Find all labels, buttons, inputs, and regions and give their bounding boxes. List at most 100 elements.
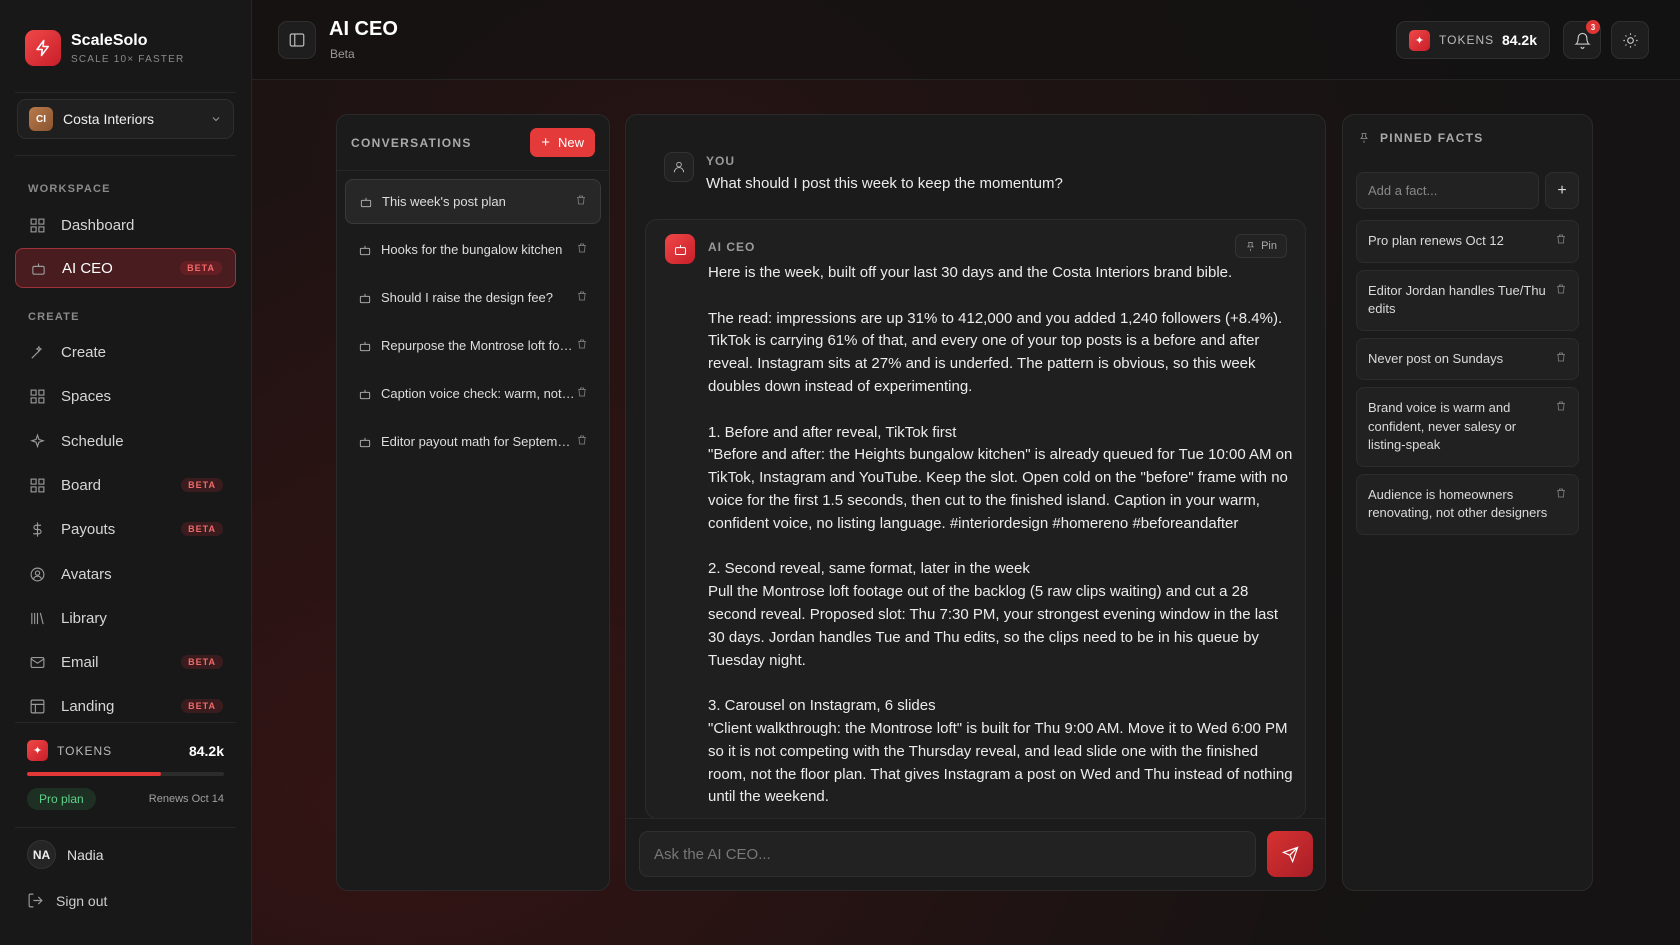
trash-icon[interactable] — [575, 194, 587, 209]
list-item: Pro plan renews Oct 12 — [1356, 220, 1579, 263]
notifications-button[interactable]: 3 — [1563, 20, 1601, 59]
sidebar-item-payouts[interactable]: Payouts BETA — [15, 509, 236, 549]
new-conversation-button[interactable]: + New — [530, 128, 595, 157]
robot-icon — [665, 234, 695, 264]
list-item[interactable]: Hooks for the bungalow kitchen — [345, 227, 601, 272]
workspace-name: Costa Interiors — [63, 111, 155, 127]
page-title: AI CEO — [329, 18, 398, 40]
lightning-logo-icon — [25, 30, 61, 66]
add-fact-button[interactable]: + — [1545, 172, 1579, 209]
grid-icon — [28, 216, 46, 234]
trash-icon[interactable] — [576, 386, 588, 401]
trash-icon[interactable] — [576, 434, 588, 449]
trash-icon[interactable] — [576, 242, 588, 257]
divider — [15, 827, 236, 828]
conversation-title: Should I raise the design fee? — [381, 290, 554, 305]
robot-icon — [358, 387, 372, 401]
robot-icon — [358, 435, 372, 449]
fact-list: Pro plan renews Oct 12 Editor Jordan han… — [1343, 209, 1592, 553]
sign-out-button[interactable]: Sign out — [27, 892, 107, 909]
trash-icon[interactable] — [1555, 282, 1567, 301]
trash-icon[interactable] — [576, 338, 588, 353]
tokens-label: TOKENS — [1439, 33, 1495, 47]
divider — [15, 155, 236, 156]
pin-label: Pin — [1261, 240, 1277, 252]
sidebar-item-create[interactable]: Create — [15, 332, 236, 372]
sidebar-toggle-icon — [289, 33, 305, 47]
library-icon — [28, 609, 46, 627]
robot-icon — [358, 291, 372, 305]
add-fact-input[interactable] — [1356, 172, 1539, 209]
plan-badge[interactable]: Pro plan — [27, 788, 96, 810]
conversation-title: This week's post plan — [382, 194, 506, 209]
beta-badge: BETA — [180, 261, 222, 275]
beta-badge: BETA — [181, 655, 223, 669]
send-button[interactable] — [1267, 831, 1313, 877]
sidebar-item-landing[interactable]: Landing BETA — [15, 686, 236, 726]
main-area: AI CEO Beta ✦ TOKENS 84.2k 3 CONVERSATIO… — [252, 0, 1680, 945]
conversations-title: CONVERSATIONS — [351, 135, 472, 150]
list-item[interactable]: Repurpose the Montrose loft footage — [345, 323, 601, 368]
list-item[interactable]: Should I raise the design fee? — [345, 275, 601, 320]
sparkle-icon — [28, 432, 46, 450]
token-usage: ✦ TOKENS 84.2k Pro plan Renews Oct 14 — [27, 740, 224, 810]
user-profile[interactable]: NA Nadia — [27, 840, 104, 869]
new-label: New — [557, 135, 584, 150]
sidebar-item-dashboard[interactable]: Dashboard — [15, 205, 236, 245]
beta-badge: BETA — [181, 699, 223, 713]
sidebar-item-ai-ceo[interactable]: AI CEO BETA — [15, 248, 236, 288]
conversation-list: This week's post plan Hooks for the bung… — [337, 171, 609, 475]
plus-icon: + — [541, 134, 550, 151]
conversation-title: Editor payout math for September — [381, 434, 576, 449]
grid-icon — [28, 387, 46, 405]
user-message: YOU What should I post this week to keep… — [664, 152, 1063, 192]
chat-panel: YOU What should I post this week to keep… — [625, 114, 1326, 891]
sidebar-item-email[interactable]: Email BETA — [15, 642, 236, 682]
trash-icon[interactable] — [576, 290, 588, 305]
sidebar-item-library[interactable]: Library — [15, 598, 236, 638]
sidebar-item-label: Landing — [61, 697, 115, 715]
sidebar-item-spaces[interactable]: Spaces — [15, 376, 236, 416]
chat-input[interactable] — [639, 831, 1256, 877]
trash-icon[interactable] — [1555, 350, 1567, 369]
composer — [626, 818, 1325, 890]
pin-button[interactable]: Pin — [1235, 234, 1287, 258]
sidebar-item-label: AI CEO — [62, 259, 113, 277]
pinned-facts-title: PINNED FACTS — [1380, 130, 1484, 145]
page-subtitle: Beta — [330, 47, 355, 61]
robot-icon — [358, 243, 372, 257]
list-item[interactable]: Caption voice check: warm, not salesy — [345, 371, 601, 416]
layout-icon — [28, 697, 46, 715]
sidebar-item-label: Avatars — [61, 565, 112, 583]
sidebar-toggle-button[interactable] — [278, 21, 316, 59]
notification-count-badge: 3 — [1586, 20, 1600, 34]
section-label-create: CREATE — [28, 311, 80, 323]
fact-text: Audience is homeowners renovating, not o… — [1368, 486, 1548, 521]
section-label-workspace: WORKSPACE — [28, 183, 111, 195]
bell-icon — [1573, 32, 1591, 49]
sidebar-item-label: Dashboard — [61, 216, 135, 234]
dollar-icon — [28, 520, 46, 538]
plus-icon: + — [1557, 181, 1567, 199]
sidebar-item-board[interactable]: Board BETA — [15, 465, 236, 505]
trash-icon[interactable] — [1555, 232, 1567, 251]
sparkle-icon: ✦ — [1409, 29, 1430, 51]
list-item: Audience is homeowners renovating, not o… — [1356, 473, 1579, 535]
sidebar-item-label: Library — [61, 609, 107, 627]
sidebar-item-avatars[interactable]: Avatars — [15, 554, 236, 594]
trash-icon[interactable] — [1555, 399, 1567, 418]
list-item[interactable]: This week's post plan — [345, 179, 601, 224]
sidebar-item-schedule[interactable]: Schedule — [15, 421, 236, 461]
fact-text: Brand voice is warm and confident, never… — [1368, 400, 1517, 452]
theme-toggle-button[interactable] — [1611, 21, 1649, 59]
trash-icon[interactable] — [1555, 486, 1567, 505]
list-item[interactable]: Editor payout math for September — [345, 419, 601, 464]
brand[interactable]: ScaleSolo SCALE 10× FASTER — [25, 30, 184, 66]
token-progress-bar — [27, 772, 224, 776]
sign-out-label: Sign out — [56, 892, 108, 909]
header-token-counter[interactable]: ✦ TOKENS 84.2k — [1396, 21, 1550, 59]
divider — [15, 92, 236, 93]
avatar: NA — [27, 840, 56, 869]
conversations-panel: CONVERSATIONS + New This week's post pla… — [336, 114, 610, 891]
workspace-switcher[interactable]: CI Costa Interiors — [17, 99, 234, 139]
